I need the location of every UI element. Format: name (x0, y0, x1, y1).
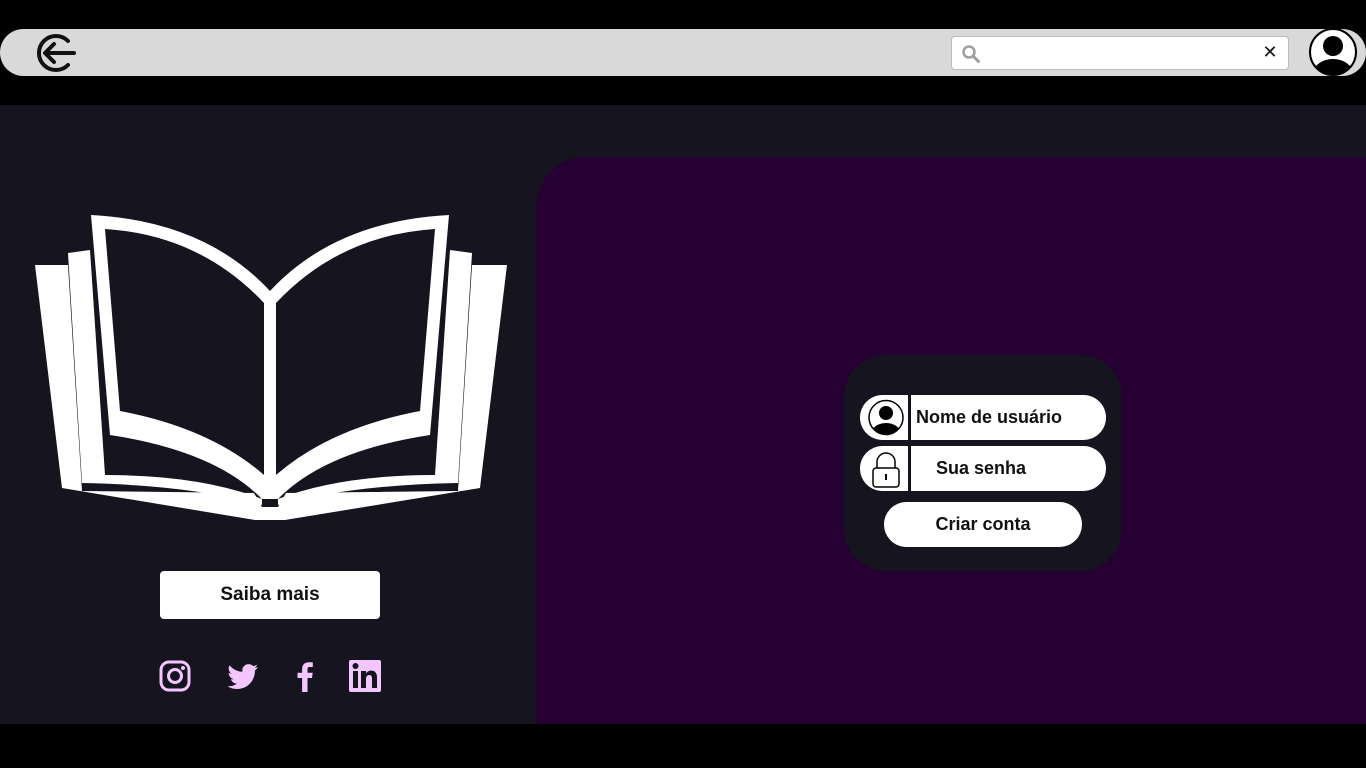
create-account-button[interactable]: Criar conta (884, 502, 1082, 547)
login-card: Criar conta (844, 355, 1122, 571)
search-input[interactable] (988, 41, 1248, 67)
main-content: Saiba mais Nome de usuário Criar conta (0, 105, 1366, 724)
user-icon (868, 399, 904, 436)
search-bar: ✕ (951, 36, 1289, 70)
user-avatar-icon (1309, 28, 1357, 76)
navbar: ✕ (0, 27, 1366, 77)
facebook-icon[interactable] (288, 659, 322, 693)
password-field (860, 446, 1116, 491)
search-icon (962, 45, 980, 63)
header: ✕ (0, 0, 1366, 105)
footer (0, 724, 1366, 768)
learn-more-button[interactable]: Saiba mais (160, 571, 380, 619)
twitter-icon[interactable] (226, 659, 260, 693)
linkedin-icon[interactable] (348, 659, 382, 693)
user-avatar-button[interactable] (1308, 27, 1358, 77)
logout-button[interactable] (32, 31, 76, 75)
open-book-icon (35, 215, 507, 520)
clear-search-icon[interactable]: ✕ (1260, 43, 1280, 63)
lock-icon (872, 452, 900, 488)
instagram-icon[interactable] (158, 659, 192, 693)
logout-arrow-icon (36, 34, 76, 72)
password-input[interactable] (936, 453, 1116, 483)
field-divider (908, 446, 911, 491)
username-field (860, 395, 1106, 440)
field-divider (908, 395, 911, 440)
username-input[interactable] (916, 402, 1096, 432)
